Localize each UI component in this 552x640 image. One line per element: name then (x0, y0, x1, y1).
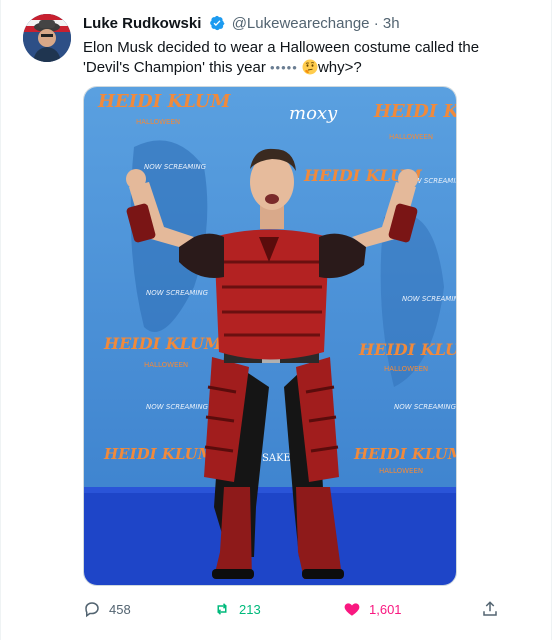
like-button[interactable]: 1,601 (343, 598, 402, 620)
blue-carpet (84, 487, 456, 585)
tweet[interactable]: Luke Rudkowski @Lukewearechange · 3h Elo… (0, 0, 552, 640)
logo-moxy: moxy (289, 103, 338, 124)
logo-halloween-3: HALLOWEEN (144, 361, 188, 369)
logo-heidi-klum-6: HEIDI KLUM (353, 445, 457, 463)
logo-now-screaming-5: NOW SCREAMING (146, 403, 209, 411)
tweet-text: Elon Musk decided to wear a Halloween co… (83, 38, 523, 78)
reply-icon (83, 600, 101, 618)
logo-now-screaming-3: NOW SCREAMING (146, 289, 209, 297)
author-handle[interactable]: @Lukewearechange (232, 15, 370, 32)
separator-dot: · (373, 15, 379, 32)
logo-heidi-klum-7: HEIDI KLUM (373, 101, 457, 122)
avatar-image (23, 14, 71, 62)
dots-emoji: ••••• (270, 60, 298, 75)
retweet-button[interactable]: 213 (213, 598, 261, 620)
reply-button[interactable]: 458 (83, 598, 131, 620)
logo-heidi-klum-1: HEIDI KLUM (97, 91, 231, 112)
thinking-face-emoji-icon (302, 59, 318, 75)
logo-heidi-klum-3: HEIDI KLUM (103, 334, 223, 353)
verified-badge-icon (209, 15, 225, 37)
logo-sake: SAKE (262, 453, 291, 464)
tweet-photo[interactable]: HEIDI KLUM HEIDI KLUM HEIDI KLUM HEIDI K… (83, 86, 457, 586)
share-button[interactable] (481, 598, 499, 620)
retweet-icon (213, 600, 231, 618)
tweet-text-tail: why>? (317, 59, 362, 76)
avatar[interactable] (23, 14, 71, 62)
logo-halloween-2: HALLOWEEN (389, 133, 433, 141)
logo-now-screaming-1: NOW SCREAMING (144, 163, 207, 171)
retweet-count: 213 (239, 601, 261, 617)
logo-halloween-4: HALLOWEEN (384, 365, 428, 373)
heart-icon (343, 600, 361, 618)
logo-heidi-klum-5: HEIDI KLUM (103, 445, 215, 463)
tweet-header: Luke Rudkowski @Lukewearechange · 3h (83, 14, 535, 34)
logo-now-screaming-6: NOW SCREAMING (394, 403, 457, 411)
reply-count: 458 (109, 601, 131, 617)
like-count: 1,601 (369, 601, 402, 617)
photo-scene: HEIDI KLUM HEIDI KLUM HEIDI KLUM HEIDI K… (84, 87, 457, 585)
share-icon (481, 600, 499, 618)
author-name[interactable]: Luke Rudkowski (83, 15, 201, 32)
logo-halloween-1: HALLOWEEN (136, 118, 180, 126)
logo-halloween-5: HALLOWEEN (379, 467, 423, 475)
logo-now-screaming-4: NOW SCREAMING (402, 295, 457, 303)
tweet-actions: 458 213 1,601 (83, 598, 513, 620)
tweet-timestamp[interactable]: 3h (383, 15, 400, 32)
logo-heidi-klum-4: HEIDI KLUM (358, 340, 457, 359)
